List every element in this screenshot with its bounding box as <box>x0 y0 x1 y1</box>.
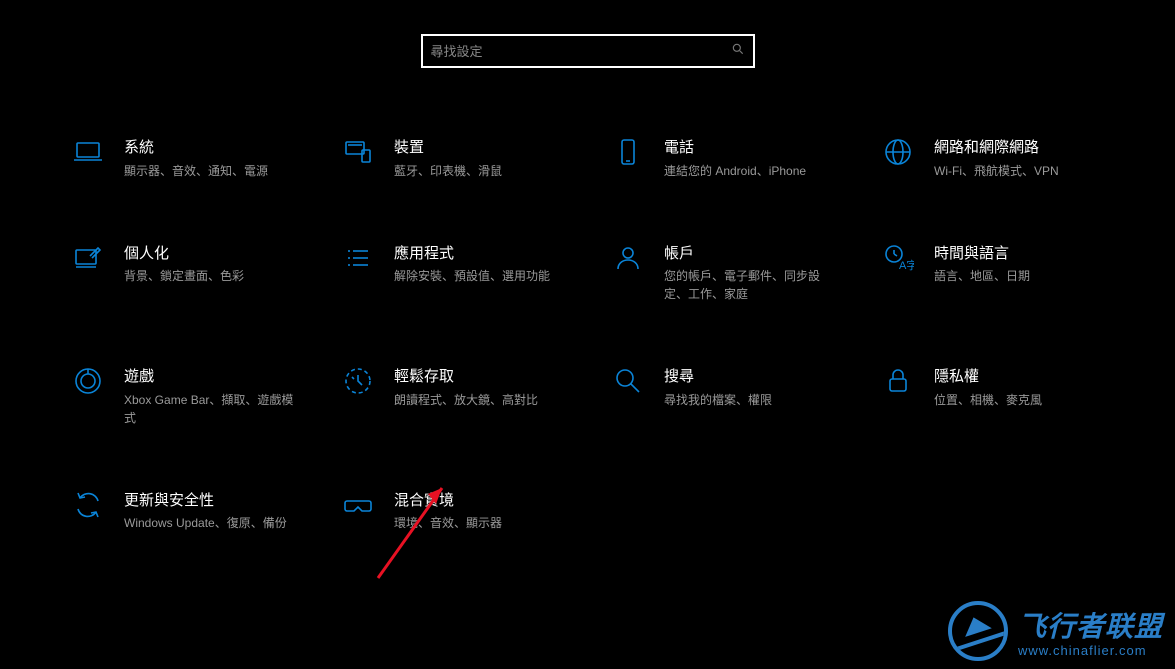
settings-tile-privacy[interactable]: 隱私權位置、相機、麥克風 <box>882 365 1152 427</box>
tile-title: 搜尋 <box>664 367 772 387</box>
tile-title: 時間與語言 <box>934 244 1030 264</box>
tile-desc: 解除安裝、預設值、選用功能 <box>394 267 550 285</box>
tile-title: 混合實境 <box>394 491 502 511</box>
tile-desc: 藍牙、印表機、滑鼠 <box>394 162 502 180</box>
tile-desc: 環境、音效、顯示器 <box>394 514 502 532</box>
watermark-url: www.chinaflier.com <box>1018 643 1163 658</box>
settings-tile-laptop[interactable]: 系統顯示器、音效、通知、電源 <box>72 136 342 180</box>
tile-title: 裝置 <box>394 138 502 158</box>
tile-desc: Wi-Fi、飛航模式、VPN <box>934 162 1059 180</box>
tile-desc: 顯示器、音效、通知、電源 <box>124 162 268 180</box>
phone-icon <box>612 136 644 168</box>
watermark-logo-icon <box>948 601 1008 661</box>
settings-tile-update[interactable]: 更新與安全性 Windows Update、復原、備份 <box>72 489 342 533</box>
tile-desc: 您的帳戶、電子郵件、同步設定、工作、家庭 <box>664 267 834 303</box>
tile-title: 遊戲 <box>124 367 294 387</box>
tile-desc: 朗讀程式、放大鏡、高對比 <box>394 391 538 409</box>
apps-icon <box>342 242 374 274</box>
settings-tile-timelang[interactable]: A字 時間與語言語言、地區、日期 <box>882 242 1152 304</box>
tile-title: 隱私權 <box>934 367 1042 387</box>
search-box[interactable] <box>421 34 755 68</box>
settings-tile-globe[interactable]: 網路和網際網路 Wi-Fi、飛航模式、VPN <box>882 136 1152 180</box>
laptop-icon <box>72 136 104 168</box>
search-input[interactable] <box>431 44 731 59</box>
search-icon <box>731 42 745 61</box>
tile-desc: 尋找我的檔案、權限 <box>664 391 772 409</box>
privacy-icon <box>882 365 914 397</box>
update-icon <box>72 489 104 521</box>
tile-desc: 語言、地區、日期 <box>934 267 1030 285</box>
tile-desc: Xbox Game Bar、擷取、遊戲模式 <box>124 391 294 427</box>
tile-desc: Windows Update、復原、備份 <box>124 514 287 532</box>
timelang-icon: A字 <box>882 242 914 274</box>
settings-tile-devices[interactable]: 裝置藍牙、印表機、滑鼠 <box>342 136 612 180</box>
settings-tile-ease[interactable]: 輕鬆存取朗讀程式、放大鏡、高對比 <box>342 365 612 427</box>
watermark: 飞行者联盟 www.chinaflier.com <box>948 601 1163 661</box>
gaming-icon <box>72 365 104 397</box>
tile-desc: 背景、鎖定畫面、色彩 <box>124 267 244 285</box>
tile-desc: 位置、相機、麥克風 <box>934 391 1042 409</box>
personalize-icon <box>72 242 104 274</box>
account-icon <box>612 242 644 274</box>
tile-title: 帳戶 <box>664 244 834 264</box>
tile-title: 輕鬆存取 <box>394 367 538 387</box>
tile-title: 應用程式 <box>394 244 550 264</box>
tile-title: 電話 <box>664 138 806 158</box>
tile-title: 個人化 <box>124 244 244 264</box>
svg-text:A字: A字 <box>899 258 914 272</box>
settings-tile-apps[interactable]: 應用程式解除安裝、預設值、選用功能 <box>342 242 612 304</box>
settings-tile-mr[interactable]: 混合實境環境、音效、顯示器 <box>342 489 612 533</box>
globe-icon <box>882 136 914 168</box>
tile-desc: 連結您的 Android、iPhone <box>664 162 806 180</box>
devices-icon <box>342 136 374 168</box>
ease-icon <box>342 365 374 397</box>
settings-tile-search[interactable]: 搜尋尋找我的檔案、權限 <box>612 365 882 427</box>
watermark-name: 飞行者联盟 <box>1018 605 1163 645</box>
settings-tile-gaming[interactable]: 遊戲 Xbox Game Bar、擷取、遊戲模式 <box>72 365 342 427</box>
settings-tile-phone[interactable]: 電話連結您的 Android、iPhone <box>612 136 882 180</box>
tile-title: 網路和網際網路 <box>934 138 1059 158</box>
tile-title: 更新與安全性 <box>124 491 287 511</box>
search-icon <box>612 365 644 397</box>
tile-title: 系統 <box>124 138 268 158</box>
mr-icon <box>342 489 374 521</box>
settings-tile-account[interactable]: 帳戶您的帳戶、電子郵件、同步設定、工作、家庭 <box>612 242 882 304</box>
settings-tile-personalize[interactable]: 個人化背景、鎖定畫面、色彩 <box>72 242 342 304</box>
